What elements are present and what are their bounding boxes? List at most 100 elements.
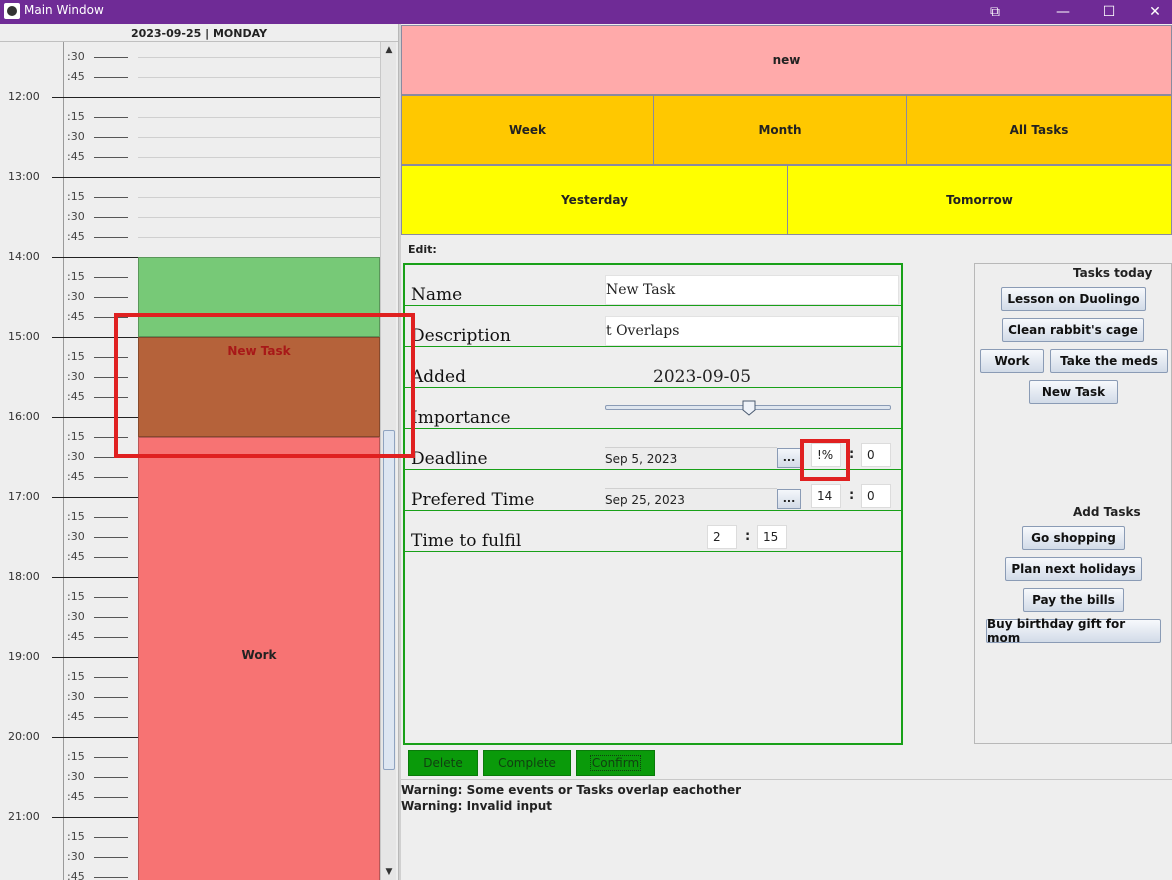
- add-task-pay-the-bills[interactable]: Pay the bills: [1023, 588, 1124, 612]
- event-work-label: Work: [241, 648, 277, 662]
- fulfil-minutes-input[interactable]: 15: [757, 525, 787, 549]
- tomorrow-button[interactable]: Tomorrow: [787, 165, 1172, 235]
- quarter-label: :15: [67, 510, 85, 523]
- deadline-date-field[interactable]: Sep 5, 2023: [605, 447, 777, 469]
- quarter-label: :30: [67, 210, 85, 223]
- maximize-button[interactable]: ☐: [1086, 0, 1132, 24]
- preferred-hour-input[interactable]: 14: [811, 484, 841, 508]
- tasks-today-title: Tasks today: [1073, 266, 1153, 280]
- description-input[interactable]: t Overlaps: [605, 316, 899, 346]
- add-task-go-shopping[interactable]: Go shopping: [1022, 526, 1125, 550]
- day-header: 2023-09-25 | MONDAY: [0, 26, 398, 42]
- quarter-label: :15: [67, 350, 85, 363]
- quarter-label: :15: [67, 190, 85, 203]
- importance-slider[interactable]: [605, 400, 891, 416]
- hour-gridline: [52, 177, 380, 178]
- quarter-tick: [94, 557, 128, 558]
- quarter-tick: [94, 857, 128, 858]
- quarter-tick: [94, 777, 128, 778]
- invalid-input-highlight-box: [800, 439, 850, 481]
- quarter-label: :30: [67, 530, 85, 543]
- quarter-tick: [94, 597, 128, 598]
- confirm-button[interactable]: Confirm: [576, 750, 655, 776]
- preferred-date-picker-button[interactable]: ...: [777, 489, 801, 509]
- quarter-tick: [94, 237, 128, 238]
- timeline-scrollbar[interactable]: ▲ ▼: [380, 42, 396, 880]
- yesterday-button[interactable]: Yesterday: [401, 165, 788, 235]
- added-row: Added 2023-09-05: [405, 347, 901, 388]
- fulfil-hours-input[interactable]: 2: [707, 525, 737, 549]
- add-task-buy-birthday-gift[interactable]: Buy birthday gift for mom: [986, 617, 1161, 645]
- task-clean-rabbits-cage[interactable]: Clean rabbit's cage: [1002, 318, 1144, 342]
- task-lesson-on-duolingo[interactable]: Lesson on Duolingo: [1001, 287, 1146, 311]
- quarter-label: :15: [67, 110, 85, 123]
- quarter-tick: [94, 717, 128, 718]
- quarter-gridline: [138, 237, 380, 238]
- snap-icon[interactable]: ⧉: [972, 0, 1018, 24]
- quarter-label: :30: [67, 450, 85, 463]
- minimize-button[interactable]: —: [1040, 0, 1086, 24]
- all-tasks-button[interactable]: All Tasks: [906, 95, 1172, 165]
- quarter-tick: [94, 877, 128, 878]
- week-button[interactable]: Week: [401, 95, 654, 165]
- hour-label: 14:00: [8, 250, 40, 263]
- task-take-the-meds[interactable]: Take the meds: [1050, 349, 1168, 373]
- name-input[interactable]: New Task: [605, 275, 899, 305]
- month-button[interactable]: Month: [653, 95, 907, 165]
- quarter-tick: [94, 297, 128, 298]
- quarter-tick: [94, 197, 128, 198]
- description-label: Description: [411, 326, 511, 346]
- quarter-gridline: [138, 137, 380, 138]
- quarter-tick: [94, 477, 128, 478]
- quarter-gridline: [138, 77, 380, 78]
- quarter-label: :15: [67, 670, 85, 683]
- add-task-plan-next-holidays[interactable]: Plan next holidays: [1005, 557, 1142, 581]
- scroll-up-icon[interactable]: ▲: [384, 45, 394, 55]
- confirm-button-label: Confirm: [589, 755, 642, 771]
- overlap-highlight-box: [114, 313, 415, 458]
- quarter-label: :15: [67, 590, 85, 603]
- app-icon: [4, 3, 20, 19]
- new-button[interactable]: new: [401, 25, 1172, 95]
- close-button[interactable]: ✕: [1132, 0, 1172, 24]
- quarter-label: :30: [67, 370, 85, 383]
- event-work[interactable]: Work: [138, 437, 380, 880]
- hour-label: 19:00: [8, 650, 40, 663]
- hour-label: 18:00: [8, 570, 40, 583]
- scrollbar-thumb[interactable]: [383, 430, 395, 770]
- preferred-date-field[interactable]: Sep 25, 2023: [605, 488, 777, 510]
- edit-panel: Name New Task Description t Overlaps Add…: [403, 263, 903, 745]
- preferred-colon: :: [849, 488, 855, 503]
- hour-label: 20:00: [8, 730, 40, 743]
- day-timeline[interactable]: :30:45 12:00:15:30:45 13:00:15:30:45 14:00:…: [0, 42, 380, 880]
- time-to-fulfil-label: Time to fulfil: [411, 531, 522, 551]
- quarter-tick: [94, 57, 128, 58]
- task-new-task[interactable]: New Task: [1029, 380, 1118, 404]
- quarter-gridline: [138, 57, 380, 58]
- quarter-tick: [94, 797, 128, 798]
- quarter-gridline: [138, 197, 380, 198]
- hour-label: 13:00: [8, 170, 40, 183]
- hour-label: 21:00: [8, 810, 40, 823]
- quarter-label: :15: [67, 830, 85, 843]
- preferred-minute-input[interactable]: 0: [861, 484, 891, 508]
- quarter-tick: [94, 277, 128, 278]
- delete-button[interactable]: Delete: [408, 750, 478, 776]
- quarter-label: :30: [67, 50, 85, 63]
- quarter-label: :45: [67, 70, 85, 83]
- deadline-date-picker-button[interactable]: ...: [777, 448, 801, 468]
- quarter-label: :45: [67, 310, 85, 323]
- name-label: Name: [411, 285, 463, 305]
- quarter-tick: [94, 517, 128, 518]
- time-to-fulfil-row: Time to fulfil 2 : 15: [405, 511, 901, 552]
- deadline-minute-input[interactable]: 0: [861, 443, 891, 467]
- slider-thumb[interactable]: [742, 400, 756, 416]
- importance-row: Importance: [405, 388, 901, 429]
- task-work[interactable]: Work: [980, 349, 1044, 373]
- name-row: Name New Task: [405, 265, 901, 306]
- quarter-tick: [94, 757, 128, 758]
- scroll-down-icon[interactable]: ▼: [384, 867, 394, 877]
- complete-button[interactable]: Complete: [483, 750, 571, 776]
- quarter-label: :45: [67, 550, 85, 563]
- quarter-gridline: [138, 157, 380, 158]
